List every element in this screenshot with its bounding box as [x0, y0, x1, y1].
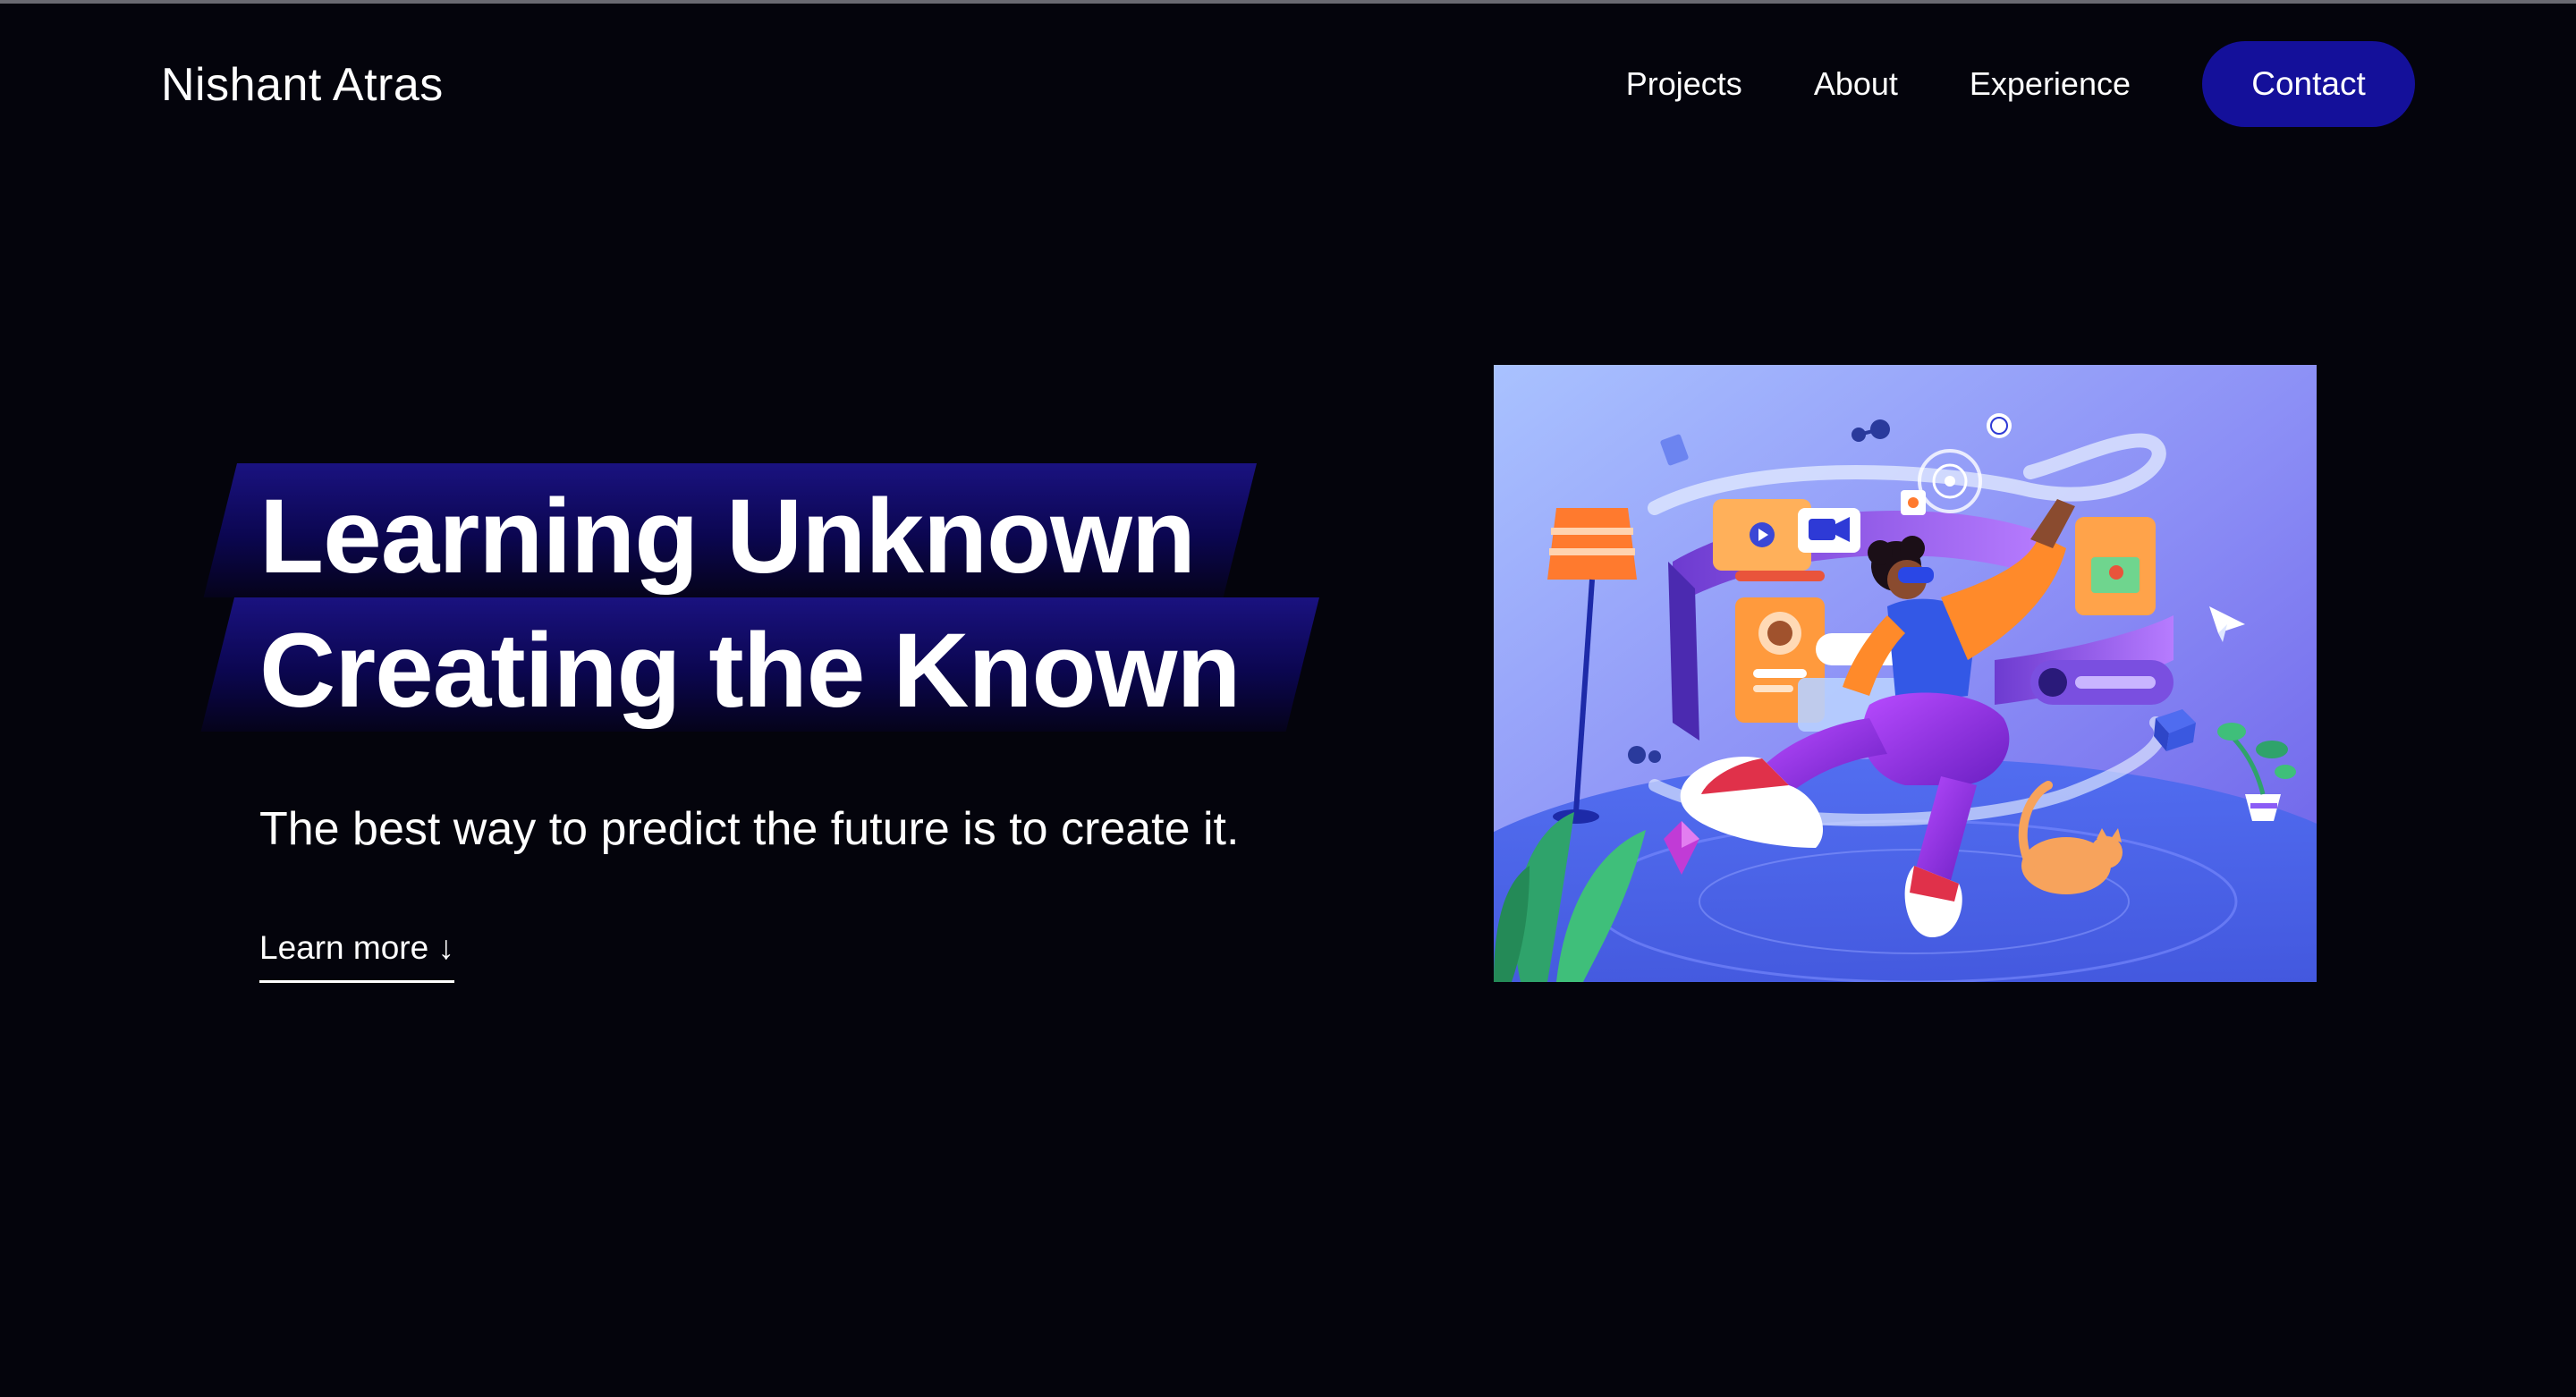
window-top-edge	[0, 0, 2576, 4]
learn-more-link[interactable]: Learn more ↓	[259, 921, 454, 983]
hero-tagline: The best way to predict the future is to…	[259, 803, 1240, 855]
page: Nishant Atras Projects About Experience …	[0, 0, 2576, 1397]
main-nav: Projects About Experience Contact	[1626, 41, 2415, 127]
nav-projects-link[interactable]: Projects	[1626, 41, 1742, 127]
nav-about-link[interactable]: About	[1814, 41, 1898, 127]
hero-illustration	[1494, 365, 2317, 982]
nav-experience-link[interactable]: Experience	[1970, 41, 2131, 127]
hero-heading-line-1: Learning Unknown	[259, 478, 1196, 596]
vr-person-illustration-icon	[1494, 365, 2317, 982]
brand-name[interactable]: Nishant Atras	[161, 55, 444, 114]
contact-button[interactable]: Contact	[2202, 41, 2415, 127]
hero-heading-line-2: Creating the Known	[259, 612, 1241, 730]
